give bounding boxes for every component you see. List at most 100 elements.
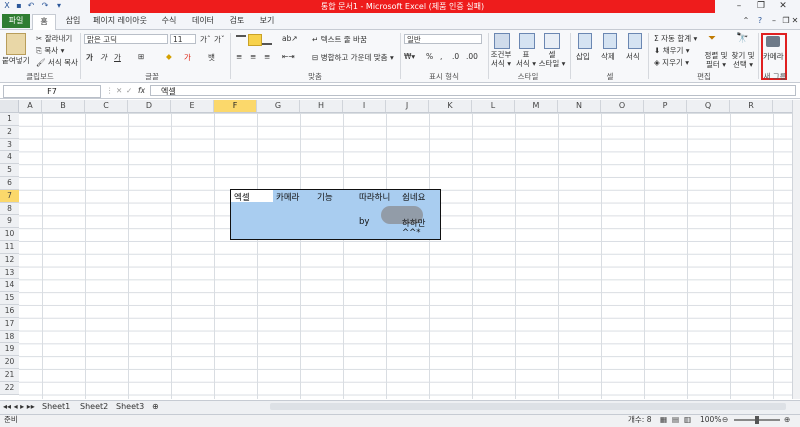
restore-icon[interactable]: ❐ [750, 0, 772, 13]
close-icon[interactable]: ✕ [772, 0, 794, 13]
help-icon[interactable]: ? [754, 14, 766, 28]
insert-sheet-icon[interactable]: ⊕ [152, 401, 159, 412]
align-center-icon[interactable]: ≡ [250, 52, 256, 61]
sort-filter-button[interactable]: 정렬 및 필터 ▾ [702, 51, 730, 69]
page-break-view-icon[interactable]: ▥ [684, 415, 691, 425]
italic-icon[interactable]: 가 [100, 52, 107, 63]
delete-cells-button[interactable]: 삭제 [601, 51, 615, 62]
row-header-16[interactable]: 16 [0, 305, 19, 318]
zoom-out-icon[interactable]: ⊖ [722, 415, 728, 425]
column-header-i[interactable]: I [343, 100, 386, 112]
format-painter-button[interactable]: 🖌 서식 복사 [36, 57, 78, 68]
find-select-button[interactable]: 찾기 및 선택 ▾ [730, 51, 756, 69]
row-header-21[interactable]: 21 [0, 369, 19, 382]
phonetic-icon[interactable]: 뱃 [208, 52, 215, 63]
column-header-j[interactable]: J [386, 100, 429, 112]
insert-cells-button[interactable]: 삽입 [576, 51, 590, 62]
font-name-select[interactable]: 맑은 고딕 [84, 34, 168, 44]
row-header-7[interactable]: 7 [0, 189, 19, 203]
column-header-d[interactable]: D [128, 100, 171, 112]
align-middle-icon[interactable] [248, 34, 262, 46]
column-header-q[interactable]: Q [687, 100, 730, 112]
font-size-select[interactable]: 11 [170, 34, 196, 44]
name-box[interactable]: F7 [3, 85, 101, 98]
confirm-entry-icon[interactable]: ✓ [126, 86, 132, 95]
paste-button[interactable]: 붙여넣기 [2, 55, 30, 66]
camera-button[interactable]: 카메라 [763, 51, 784, 62]
autosum-button[interactable]: Σ 자동 합계 ▾ [654, 33, 697, 44]
table-format-button[interactable]: 표 서식 ▾ [514, 50, 538, 68]
percent-icon[interactable]: % [426, 52, 433, 61]
cancel-entry-icon[interactable]: ✕ [116, 86, 122, 95]
row-header-8[interactable]: 8 [0, 202, 19, 216]
column-header-b[interactable]: B [42, 100, 85, 112]
row-header-20[interactable]: 20 [0, 356, 19, 369]
column-header-a[interactable]: A [19, 100, 42, 112]
column-header-r[interactable]: R [730, 100, 773, 112]
undo-icon[interactable]: ↶ [26, 1, 36, 11]
camera-picture[interactable]: 엑셀 카메라 기능 따라하니 쉽네요 by 하하만 ^^* [230, 189, 441, 240]
increase-decimal-icon[interactable]: .0 [452, 52, 459, 61]
tab-insert[interactable]: 삽입 [62, 14, 84, 28]
formula-input[interactable]: 엑셀 [150, 85, 796, 96]
row-header-11[interactable]: 11 [0, 241, 19, 254]
underline-icon[interactable]: 가 [114, 52, 121, 63]
wrap-text-button[interactable]: ↵ 텍스트 줄 바꿈 [312, 34, 367, 45]
redo-icon[interactable]: ↷ [40, 1, 50, 11]
row-header-18[interactable]: 18 [0, 330, 19, 344]
window-minimize-icon[interactable]: – [768, 14, 780, 28]
sheet-nav-icon[interactable]: ◂◂ ◂ ▸ ▸▸ [3, 401, 35, 412]
tab-formulas[interactable]: 수식 [158, 14, 180, 28]
row-header-14[interactable]: 14 [0, 279, 19, 293]
cut-button[interactable]: ✂ 잘라내기 [36, 33, 72, 44]
fill-button[interactable]: ⬇ 채우기 ▾ [654, 45, 690, 56]
insert-function-button[interactable]: fx [138, 86, 145, 95]
column-header-n[interactable]: N [558, 100, 601, 112]
comma-icon[interactable]: , [440, 52, 442, 61]
sheet-tab-2[interactable]: Sheet2 [80, 401, 108, 412]
fill-color-icon[interactable]: ◆ [166, 52, 172, 61]
sheet-tab-3[interactable]: Sheet3 [116, 401, 144, 412]
row-header-9[interactable]: 9 [0, 215, 19, 229]
tab-review[interactable]: 검토 [226, 14, 248, 28]
orientation-icon[interactable]: ab↗ [282, 34, 298, 43]
align-left-icon[interactable]: ≡ [236, 52, 242, 61]
zoom-slider-thumb[interactable] [755, 416, 759, 424]
clear-button[interactable]: ◈ 지우기 ▾ [654, 57, 689, 68]
row-header-6[interactable]: 6 [0, 177, 19, 190]
tab-file[interactable]: 파일 [2, 14, 30, 28]
decrease-decimal-icon[interactable]: .00 [466, 52, 478, 61]
align-top-icon[interactable] [236, 35, 246, 45]
sheet-tab-1[interactable]: Sheet1 [42, 401, 70, 412]
bold-icon[interactable]: 가 [86, 52, 93, 63]
tab-home[interactable]: 홈 [32, 14, 56, 30]
column-header-p[interactable]: P [644, 100, 687, 112]
number-format-select[interactable]: 일반 [404, 34, 482, 44]
format-cells-button[interactable]: 서식 [626, 51, 640, 62]
row-header-10[interactable]: 10 [0, 228, 19, 241]
row-header-19[interactable]: 19 [0, 343, 19, 357]
indent-icon[interactable]: ⇤⇥ [282, 52, 295, 61]
row-header-13[interactable]: 13 [0, 266, 19, 280]
copy-button[interactable]: ⎘ 복사 ▾ [36, 45, 64, 56]
save-icon[interactable]: ▪ [14, 1, 24, 11]
select-all-button[interactable] [0, 100, 19, 112]
column-header-e[interactable]: E [171, 100, 214, 112]
column-header-k[interactable]: K [429, 100, 472, 112]
column-header-g[interactable]: G [257, 100, 300, 112]
ribbon-minimize-icon[interactable]: ⌃ [740, 14, 752, 28]
vertical-scrollbar[interactable] [792, 100, 800, 399]
window-close-icon[interactable]: ✕ [790, 14, 800, 28]
column-header-f[interactable]: F [214, 100, 257, 112]
conditional-format-button[interactable]: 조건부 서식 ▾ [488, 50, 514, 68]
column-header-o[interactable]: O [601, 100, 644, 112]
row-header-12[interactable]: 12 [0, 253, 19, 267]
customize-qat-icon[interactable]: ▾ [54, 1, 64, 11]
tab-view[interactable]: 보기 [256, 14, 278, 28]
row-header-4[interactable]: 4 [0, 151, 19, 165]
row-header-2[interactable]: 2 [0, 125, 19, 139]
row-header-1[interactable]: 1 [0, 113, 19, 126]
border-icon[interactable]: ⊞ [138, 52, 144, 61]
normal-view-icon[interactable]: ▦ [660, 415, 667, 425]
currency-icon[interactable]: ₩▾ [404, 52, 415, 61]
